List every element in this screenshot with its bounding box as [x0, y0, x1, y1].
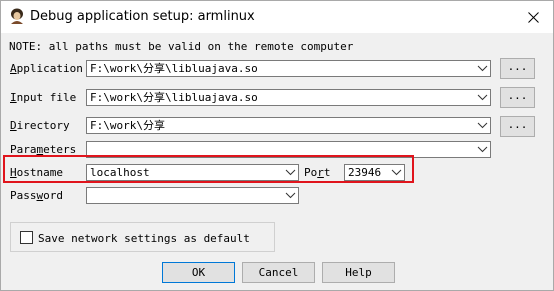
window-title: Debug application setup: armlinux — [30, 9, 255, 24]
cancel-button[interactable]: Cancel — [242, 262, 315, 283]
save-settings-checkbox[interactable] — [20, 231, 33, 244]
port-label: Port — [304, 166, 331, 179]
ok-button[interactable]: OK — [162, 262, 235, 283]
chevron-down-icon[interactable] — [477, 145, 488, 154]
chevron-down-icon[interactable] — [285, 191, 296, 200]
password-label: Password — [10, 189, 63, 202]
password-combo[interactable] — [86, 187, 299, 204]
title-bar: Debug application setup: armlinux — [1, 1, 553, 33]
input-file-combo[interactable]: F:\work\分享\libluajava.so — [86, 89, 491, 106]
chevron-down-icon[interactable] — [391, 168, 402, 177]
chevron-down-icon[interactable] — [477, 64, 488, 73]
hostname-value: localhost — [90, 166, 150, 179]
directory-value: F:\work\分享 — [90, 119, 165, 132]
directory-combo[interactable]: F:\work\分享 — [86, 117, 491, 134]
hostname-label: Hostname — [10, 166, 63, 179]
chevron-down-icon[interactable] — [477, 93, 488, 102]
port-value: 23946 — [348, 166, 382, 179]
input-file-value: F:\work\分享\libluajava.so — [90, 91, 258, 104]
debug-setup-dialog: Debug application setup: armlinux NOTE: … — [0, 0, 554, 291]
directory-browse-button[interactable]: ... — [500, 116, 535, 137]
note-text: NOTE: all paths must be valid on the rem… — [9, 40, 354, 53]
chevron-down-icon[interactable] — [477, 121, 488, 130]
application-label: Application — [10, 62, 83, 75]
save-settings-label: Save network settings as default — [38, 232, 250, 245]
close-icon[interactable] — [522, 7, 544, 27]
port-combo[interactable]: 23946 — [344, 164, 405, 181]
hostname-combo[interactable]: localhost — [86, 164, 299, 181]
input-file-label: Input file — [10, 91, 77, 104]
application-value: F:\work\分享\libluajava.so — [90, 62, 258, 75]
chevron-down-icon[interactable] — [285, 168, 296, 177]
directory-label: Directory — [10, 119, 70, 132]
application-browse-button[interactable]: ... — [500, 58, 535, 79]
ida-app-icon — [11, 8, 23, 24]
application-combo[interactable]: F:\work\分享\libluajava.so — [86, 60, 491, 77]
help-button[interactable]: Help — [322, 262, 395, 283]
input-file-browse-button[interactable]: ... — [500, 87, 535, 108]
